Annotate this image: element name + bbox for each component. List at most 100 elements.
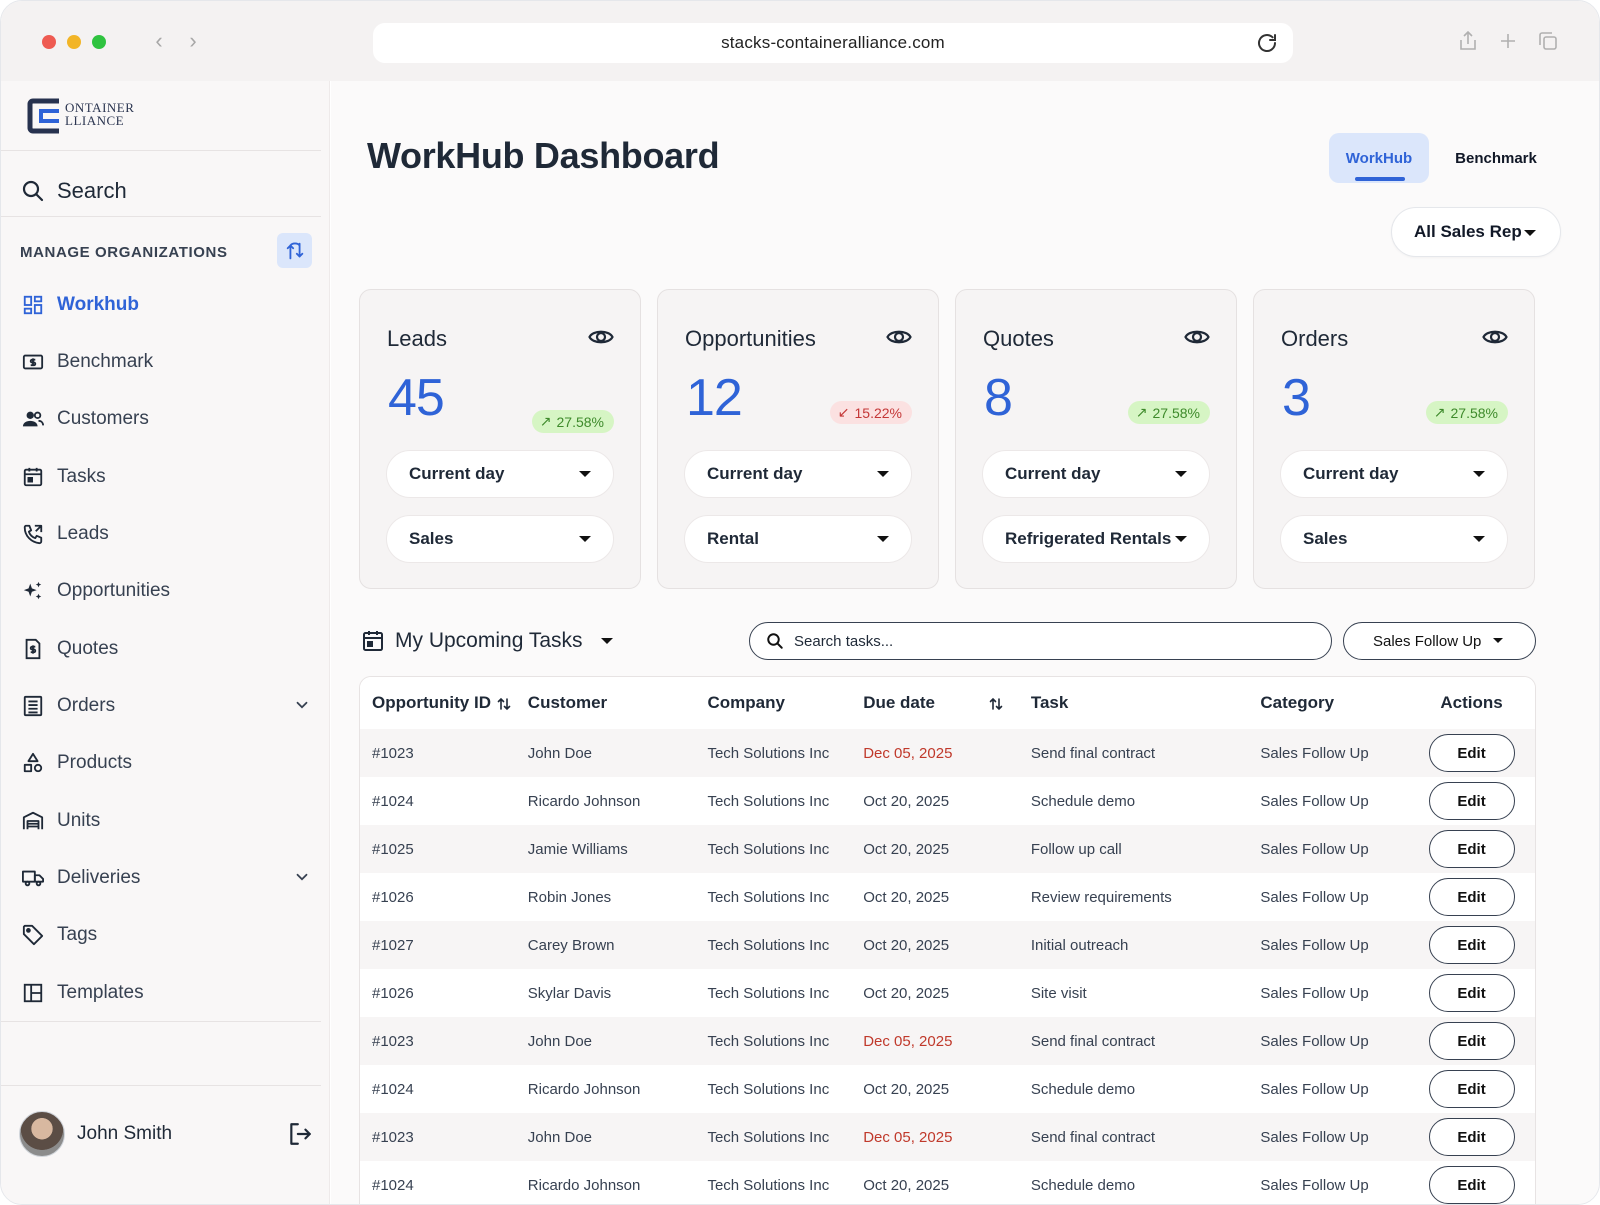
caret-down-icon — [579, 471, 591, 477]
segment-select-value: Rental — [707, 529, 759, 548]
task-cell: Send final contract — [1030, 729, 1261, 777]
task-category-select[interactable]: Sales Follow Up — [1343, 622, 1536, 660]
due-date-cell: Oct 20, 2025 — [863, 969, 1031, 1017]
search-icon — [767, 633, 783, 649]
sort-icon[interactable] — [989, 697, 1003, 711]
edit-button[interactable]: Edit — [1428, 1070, 1515, 1108]
warehouse-icon — [21, 809, 45, 833]
sidebar-item-tags[interactable]: Tags — [21, 915, 321, 955]
sidebar-item-deliveries[interactable]: Deliveries — [21, 858, 321, 898]
column-header-customer: Customer — [527, 677, 708, 729]
company-cell: Tech Solutions Inc — [707, 729, 864, 777]
period-select[interactable]: Current day — [982, 450, 1210, 498]
share-icon[interactable] — [1456, 29, 1480, 53]
chevron-down-icon[interactable] — [293, 868, 311, 886]
change-badge-value: 15.22% — [854, 404, 902, 421]
chevron-down-icon[interactable] — [293, 696, 311, 714]
edit-button[interactable]: Edit — [1428, 1118, 1515, 1156]
edit-button[interactable]: Edit — [1428, 974, 1515, 1012]
column-header-category: Category — [1260, 677, 1409, 729]
task-search-input[interactable] — [794, 632, 1294, 650]
edit-button[interactable]: Edit — [1428, 926, 1515, 964]
sidebar-item-leads[interactable]: Leads — [21, 514, 321, 554]
switch-organization-button[interactable] — [277, 233, 312, 268]
segment-select[interactable]: Refrigerated Rentals — [982, 515, 1210, 563]
close-window-button[interactable] — [42, 35, 56, 49]
column-header-company: Company — [707, 677, 864, 729]
edit-button[interactable]: Edit — [1428, 878, 1515, 916]
segment-select-value: Sales — [409, 529, 454, 548]
table-row: #1027 Carey Brown Tech Solutions Inc Oct 20… — [360, 921, 1535, 969]
edit-button[interactable]: Edit — [1428, 782, 1515, 820]
list-icon — [21, 694, 45, 718]
period-select[interactable]: Current day — [1280, 450, 1508, 498]
sidebar-item-products[interactable]: Products — [21, 743, 321, 783]
company-cell: Tech Solutions Inc — [707, 825, 864, 873]
minimize-window-button[interactable] — [67, 35, 81, 49]
edit-button[interactable]: Edit — [1428, 830, 1515, 868]
eye-icon[interactable] — [1184, 326, 1210, 348]
user-profile[interactable]: John Smith — [19, 1111, 319, 1161]
sidebar-item-label: Leads — [57, 523, 109, 544]
change-badge: ↗ 27.58% — [1127, 401, 1210, 424]
caret-down-icon — [1493, 638, 1503, 643]
sidebar-item-label: Deliveries — [57, 867, 141, 888]
tab-workhub[interactable]: WorkHub — [1329, 133, 1429, 183]
tag-icon — [21, 923, 45, 947]
sidebar-item-units[interactable]: Units — [21, 801, 321, 841]
actions-cell: Edit — [1408, 777, 1535, 825]
sidebar-item-quotes[interactable]: Quotes — [21, 629, 321, 669]
change-badge-value: 27.58% — [1152, 404, 1200, 421]
task-cell: Schedule demo — [1030, 1161, 1261, 1204]
task-search-box[interactable] — [749, 622, 1332, 660]
column-header-opportunity-id[interactable]: Opportunity ID — [360, 677, 528, 729]
sort-icon[interactable] — [497, 697, 511, 711]
sidebar-item-label: Tasks — [57, 466, 106, 487]
eye-icon[interactable] — [1482, 326, 1508, 348]
period-select[interactable]: Current day — [386, 450, 614, 498]
address-bar[interactable]: stacks-containeralliance.com — [373, 23, 1293, 63]
period-select[interactable]: Current day — [684, 450, 912, 498]
tabs-overview-icon[interactable] — [1536, 29, 1560, 53]
task-cell: Initial outreach — [1030, 921, 1261, 969]
container-alliance-logo[interactable]: ONTAINER LLIANCE — [27, 97, 147, 137]
sidebar-search[interactable]: Search — [21, 171, 311, 211]
sales-rep-select[interactable]: All Sales Rep — [1391, 207, 1561, 257]
segment-select[interactable]: Rental — [684, 515, 912, 563]
eye-icon[interactable] — [886, 326, 912, 348]
edit-button[interactable]: Edit — [1428, 1166, 1515, 1204]
customer-cell: John Doe — [527, 1017, 708, 1065]
sidebar-item-workhub[interactable]: Workhub — [21, 285, 321, 325]
maximize-window-button[interactable] — [92, 35, 106, 49]
change-badge-value: 27.58% — [556, 413, 604, 430]
sidebar-item-opportunities[interactable]: Opportunities — [21, 571, 321, 611]
segment-select[interactable]: Sales — [1280, 515, 1508, 563]
sidebar-item-benchmark[interactable]: Benchmark — [21, 342, 321, 382]
logo-text: ONTAINER LLIANCE — [65, 101, 134, 127]
category-cell: Sales Follow Up — [1260, 825, 1409, 873]
tab-benchmark[interactable]: Benchmark — [1441, 133, 1551, 183]
edit-button[interactable]: Edit — [1428, 734, 1515, 772]
segment-select[interactable]: Sales — [386, 515, 614, 563]
sidebar-item-orders[interactable]: Orders — [21, 686, 321, 726]
card-value: 3 — [1282, 369, 1311, 427]
sales-rep-select-value: All Sales Rep — [1414, 222, 1522, 241]
column-header-actions: Actions — [1408, 677, 1535, 729]
arrow-up-right-icon: ↗ — [1433, 404, 1446, 420]
back-arrow-icon[interactable]: ‹ — [149, 29, 169, 53]
logout-icon[interactable] — [287, 1121, 313, 1147]
sidebar-item-templates[interactable]: Templates — [21, 973, 321, 1013]
eye-icon[interactable] — [588, 326, 614, 348]
forward-arrow-icon[interactable]: › — [183, 29, 203, 53]
sidebar-item-tasks[interactable]: Tasks — [21, 457, 321, 497]
new-tab-icon[interactable] — [1496, 29, 1520, 53]
sidebar-item-customers[interactable]: Customers — [21, 399, 321, 439]
category-cell: Sales Follow Up — [1260, 777, 1409, 825]
reload-icon[interactable] — [1255, 31, 1279, 55]
column-header-due-date[interactable]: Due date — [863, 677, 1031, 729]
upcoming-tasks-dropdown[interactable]: My Upcoming Tasks — [361, 626, 613, 656]
table-row: #1024 Ricardo Johnson Tech Solutions Inc Oc… — [360, 1065, 1535, 1113]
sidebar-item-label: Customers — [57, 408, 149, 429]
stat-card-quotes: Quotes 8 ↗ 27.58% Current day Refrigerat… — [955, 289, 1237, 589]
edit-button[interactable]: Edit — [1428, 1022, 1515, 1060]
